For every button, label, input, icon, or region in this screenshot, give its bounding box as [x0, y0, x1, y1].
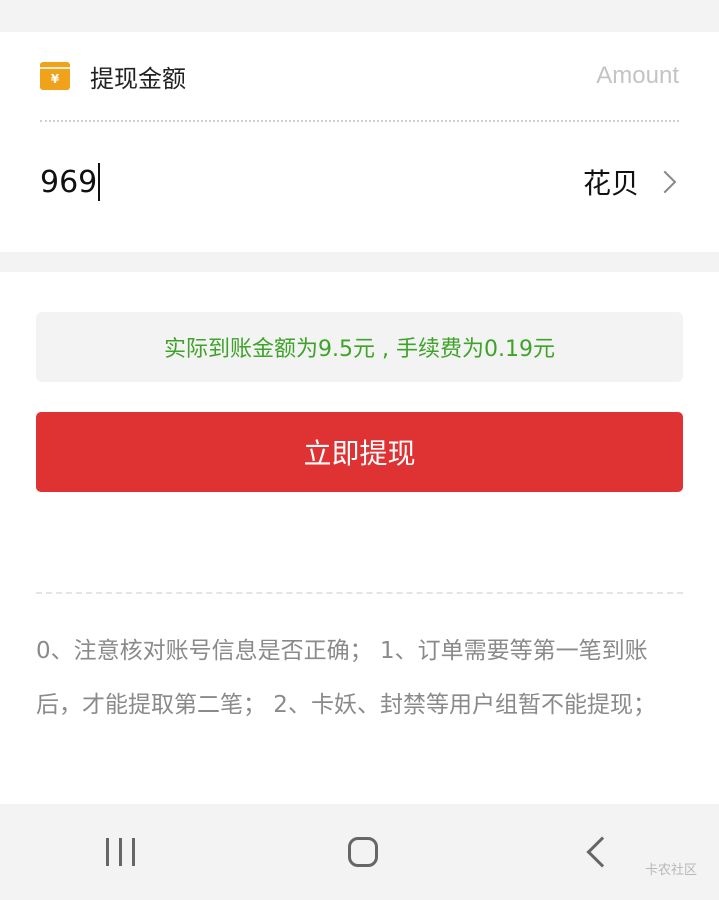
amount-row: 969 花贝 — [40, 122, 679, 242]
wallet-icon: ¥ — [40, 62, 70, 90]
withdraw-section: 实际到账金额为9.5元 , 手续费为0.19元 立即提现 0、注意核对账号信息是… — [0, 272, 719, 804]
back-icon[interactable] — [586, 836, 618, 868]
withdraw-now-button[interactable]: 立即提现 — [36, 412, 683, 492]
fee-info-box: 实际到账金额为9.5元 , 手续费为0.19元 — [36, 312, 683, 382]
withdraw-card: ¥ 提现金额 Amount 969 花贝 — [0, 32, 719, 252]
dashed-divider — [36, 592, 683, 594]
watermark: 卡农社区 — [644, 863, 697, 878]
chevron-right-icon — [653, 170, 677, 194]
fee-info-text: 实际到账金额为9.5元 , 手续费为0.19元 — [164, 337, 555, 362]
amount-input[interactable]: 969 — [40, 163, 583, 201]
system-nav-bar: 卡农社区 — [0, 804, 719, 900]
recents-icon[interactable] — [106, 838, 136, 866]
amount-placeholder: Amount — [596, 62, 679, 89]
text-caret — [98, 163, 101, 201]
withdraw-method-label: 花贝 — [582, 167, 639, 200]
withdraw-header: ¥ 提现金额 Amount — [40, 32, 679, 122]
amount-value: 969 — [40, 164, 98, 200]
withdraw-notes: 0、注意核对账号信息是否正确； 1、订单需要等第一笔到账后，才能提取第二笔； 2… — [36, 638, 656, 718]
top-strip — [0, 0, 719, 32]
withdraw-title: 提现金额 — [90, 64, 186, 93]
home-icon[interactable] — [347, 837, 378, 867]
section-gap — [0, 252, 719, 272]
withdraw-method-selector[interactable]: 花贝 — [583, 162, 679, 202]
